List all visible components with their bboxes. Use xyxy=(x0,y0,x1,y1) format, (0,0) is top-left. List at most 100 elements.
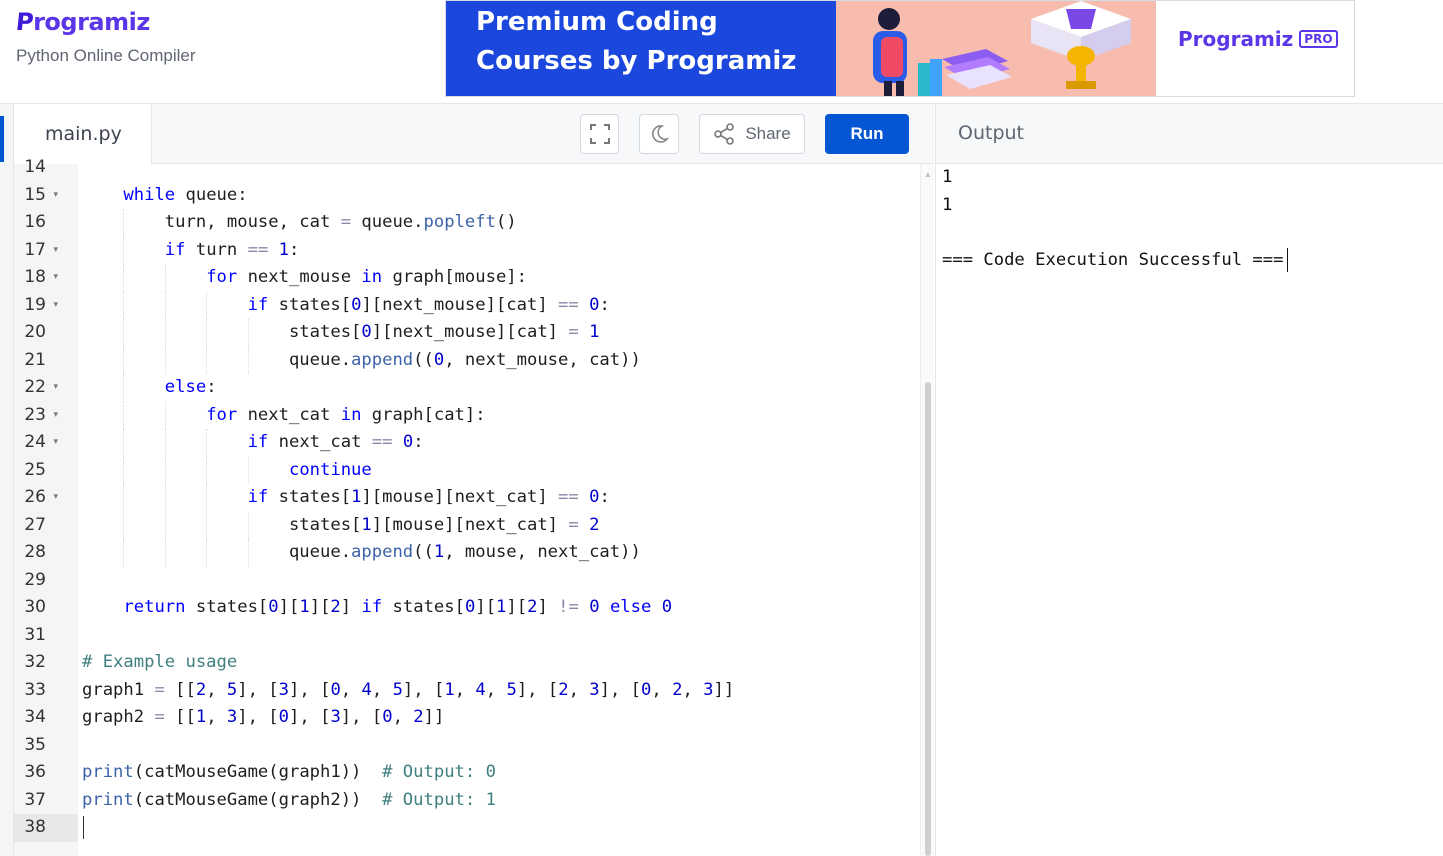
output-cursor xyxy=(1287,248,1288,272)
code-line: for next_mouse in graph[mouse]: xyxy=(206,267,527,287)
fullscreen-button[interactable] xyxy=(580,114,619,154)
line-number: 34 xyxy=(14,704,62,732)
line-number-text: 35 xyxy=(24,734,46,755)
line-number: 32 xyxy=(14,649,62,677)
editor-tab-bar: main.py Share Run xyxy=(14,104,934,164)
code-line: graph2 = [[1, 3], [0], [3], [0, 2]] xyxy=(82,707,445,727)
code-line: print(catMouseGame(graph2)) # Output: 1 xyxy=(82,789,496,810)
line-number-text: 26 xyxy=(24,487,46,507)
output-line: 1 xyxy=(942,194,953,215)
line-number-text: 24 xyxy=(24,432,46,452)
scrollbar-thumb[interactable] xyxy=(925,382,931,856)
line-number: 37 xyxy=(14,787,62,815)
line-number: 19 ▾ xyxy=(14,292,62,320)
line-number: 28 xyxy=(14,539,62,567)
line-number: 26 ▾ xyxy=(14,484,62,512)
line-number: 33 xyxy=(14,677,62,705)
brand[interactable]: Programiz Python Online Compiler xyxy=(14,8,196,66)
code-line: states[0][next_mouse][cat] = 1 xyxy=(82,322,600,342)
code-line: if turn == 1: xyxy=(164,239,300,260)
pro-badge: PRO xyxy=(1299,30,1338,48)
output-panel[interactable]: 1 1 === Code Execution Successful === xyxy=(935,164,1443,856)
code-editor[interactable]: while queue: turn, mouse, cat = queue.po… xyxy=(78,164,920,856)
active-indicator xyxy=(0,116,4,162)
moon-icon xyxy=(652,125,670,143)
code-line: return states[0][1][2] if states[0][1][2… xyxy=(123,597,673,617)
share-icon xyxy=(714,123,735,145)
line-number: 15 ▾ xyxy=(14,182,62,210)
line-number: 36 xyxy=(14,759,62,787)
share-label: Share xyxy=(745,124,791,143)
line-number: 27 xyxy=(14,512,62,540)
line-number-text: 22 xyxy=(24,377,46,397)
code-line: continue xyxy=(288,459,372,480)
fullscreen-icon xyxy=(589,124,610,144)
line-number: 18 ▾ xyxy=(14,264,62,292)
line-number-text: 19 xyxy=(24,294,46,315)
fold-arrow-icon[interactable]: ▾ xyxy=(53,402,58,430)
fold-arrow-icon[interactable]: ▾ xyxy=(53,374,58,402)
banner-illustration xyxy=(873,1,1131,96)
code-line: graph1 = [[2, 5], [3], [0, 4, 5], [1, 4,… xyxy=(82,679,735,700)
code-line: queue.append((1, mouse, next_cat)) xyxy=(82,542,641,562)
line-number-text: 28 xyxy=(24,542,46,562)
line-number-text: 36 xyxy=(24,762,46,782)
fold-arrow-icon[interactable]: ▾ xyxy=(53,264,58,292)
line-number-text: 20 xyxy=(24,322,46,342)
pro-logo-text: rogramiz xyxy=(1192,27,1294,51)
pro-logo-first: P xyxy=(1178,27,1193,51)
text-cursor xyxy=(83,816,84,839)
line-number: 24 ▾ xyxy=(14,429,62,457)
promo-banner[interactable]: Premium Coding Courses by Programiz Prog… xyxy=(445,0,1355,97)
programiz-logo[interactable]: Programiz xyxy=(14,8,196,36)
line-number: 25 xyxy=(14,457,62,485)
scroll-up-arrow-icon[interactable]: ▲ xyxy=(924,170,932,179)
theme-toggle-button[interactable] xyxy=(639,114,679,154)
line-number: 29 xyxy=(14,567,62,595)
line-number-text: 17 xyxy=(24,239,46,260)
share-button[interactable]: Share xyxy=(699,114,805,154)
editor-scrollbar[interactable]: ▲ xyxy=(920,164,934,856)
line-number-text: 21 xyxy=(24,349,46,370)
fold-arrow-icon[interactable]: ▾ xyxy=(53,292,58,320)
line-number: 20 xyxy=(14,319,62,347)
fold-arrow-icon[interactable]: ▾ xyxy=(53,237,58,265)
line-number-text: 30 xyxy=(24,597,46,617)
output-header: Output xyxy=(935,104,1443,164)
line-number-text: 16 xyxy=(24,212,46,232)
code-line: queue.append((0, next_mouse, cat)) xyxy=(82,349,641,370)
line-number: 14 xyxy=(14,154,62,182)
code-line: if states[1][mouse][next_cat] == 0: xyxy=(247,487,610,507)
line-number-text: 25 xyxy=(24,459,46,480)
fold-arrow-icon[interactable]: ▾ xyxy=(53,429,58,457)
code-line: if states[0][next_mouse][cat] == 0: xyxy=(247,294,610,315)
logo-first-letter: P xyxy=(14,8,35,36)
left-side-strip xyxy=(0,104,14,856)
line-number-text: 18 xyxy=(24,267,46,287)
line-number: 16 xyxy=(14,209,62,237)
line-number: 31 xyxy=(14,622,62,650)
banner-title-line1: Premium Coding xyxy=(476,7,718,37)
code-line: turn, mouse, cat = queue.popleft() xyxy=(82,212,517,232)
code-line: # Example usage xyxy=(82,652,238,672)
code-line: else: xyxy=(164,377,217,397)
programiz-pro-logo: Programiz PRO xyxy=(1178,27,1338,51)
run-button[interactable]: Run xyxy=(825,114,909,154)
line-number: 38 xyxy=(14,814,62,842)
banner-title-line2: Courses by Programiz xyxy=(476,46,797,76)
line-number-text: 34 xyxy=(24,707,46,727)
output-line: === Code Execution Successful === xyxy=(942,249,1284,270)
line-number: 17 ▾ xyxy=(14,237,62,265)
line-number: 22 ▾ xyxy=(14,374,62,402)
line-number: 23 ▾ xyxy=(14,402,62,430)
brand-subtitle: Python Online Compiler xyxy=(16,46,196,65)
fold-arrow-icon[interactable]: ▾ xyxy=(53,182,58,210)
line-number: 30 xyxy=(14,594,62,622)
fold-arrow-icon[interactable]: ▾ xyxy=(53,484,58,512)
line-number-text: 15 xyxy=(24,184,46,205)
